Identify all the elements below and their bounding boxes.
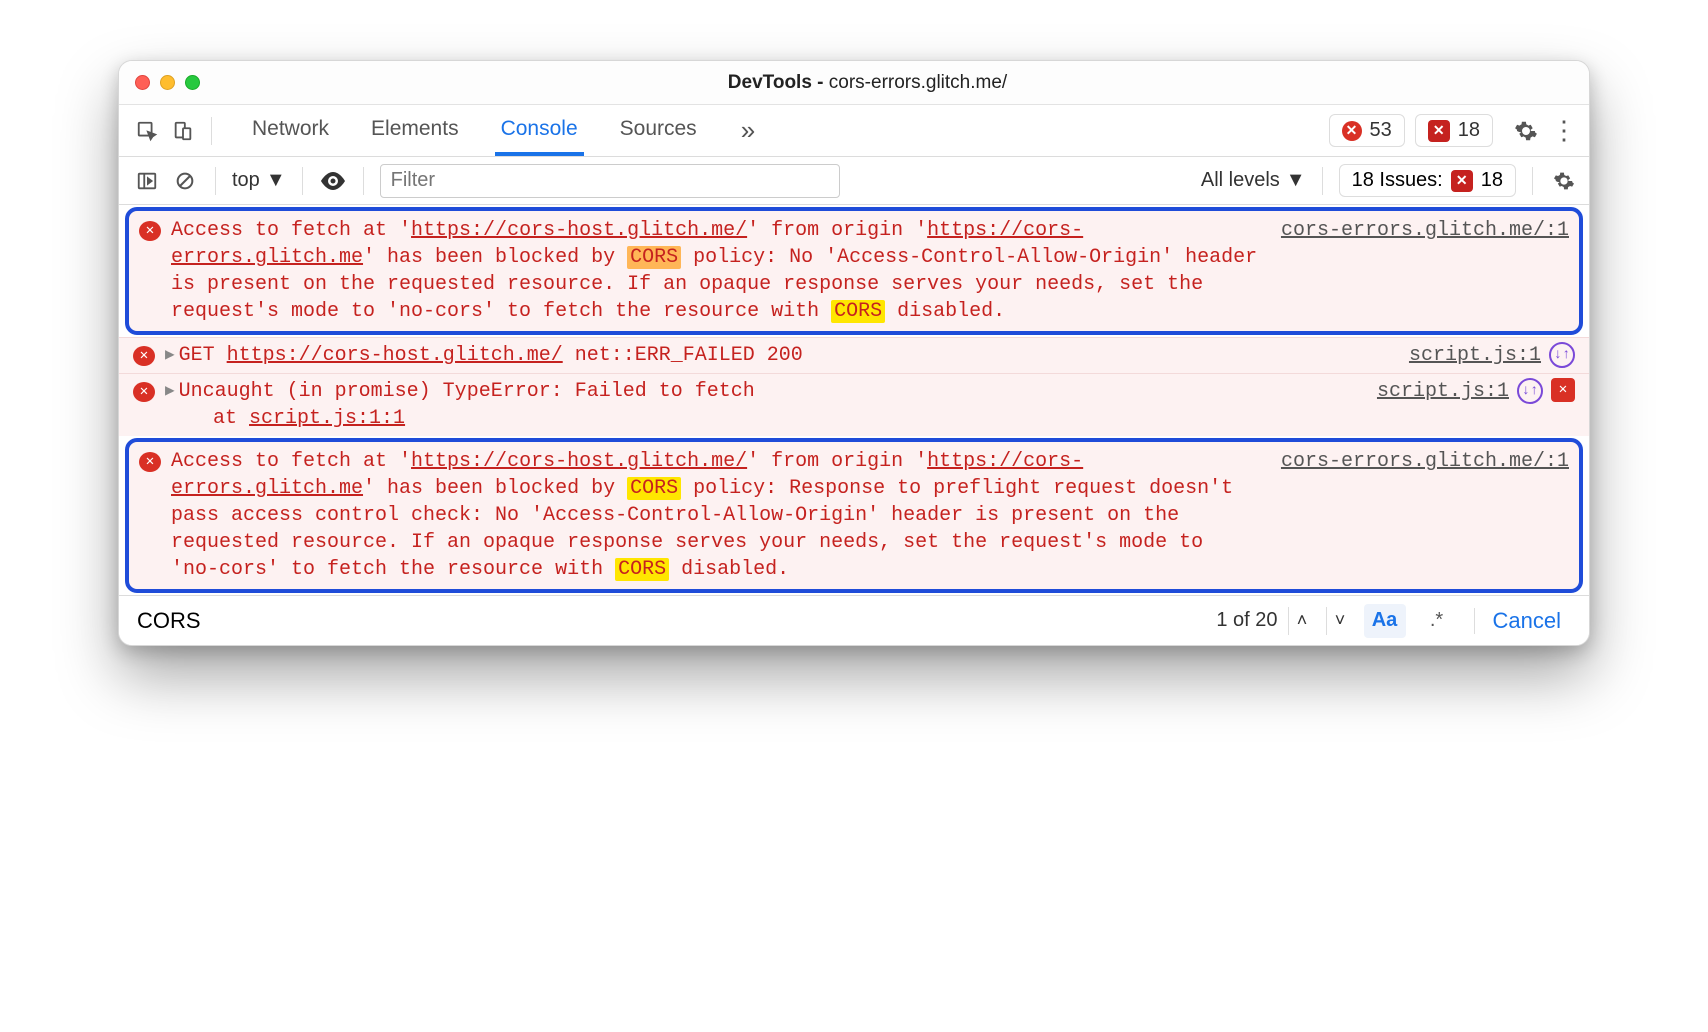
message-text: ▶Uncaught (in promise) TypeError: Failed… (165, 378, 1357, 432)
error-icon: ✕ (139, 452, 161, 472)
issue-count-badge[interactable]: ✕ 18 (1415, 114, 1493, 147)
context-selector[interactable]: top ▼ (232, 169, 286, 192)
console-row[interactable]: ✕ Access to fetch at 'https://cors-host.g… (125, 438, 1583, 593)
navigate-icon[interactable]: ↓↑ (1549, 342, 1575, 368)
context-label: top (232, 169, 260, 192)
search-match-count: 1 of 20 (1216, 609, 1277, 632)
search-cancel-button[interactable]: Cancel (1474, 608, 1579, 634)
message-text: Access to fetch at 'https://cors-host.gl… (171, 448, 1261, 583)
error-icon: ✕ (1342, 121, 1362, 141)
show-sidebar-icon[interactable] (133, 167, 161, 195)
source-link[interactable]: script.js:1 (1409, 342, 1541, 369)
console-row[interactable]: ✕ ▶Uncaught (in promise) TypeError: Faile… (119, 373, 1589, 436)
more-menu-icon[interactable]: ⋮ (1549, 115, 1579, 146)
error-badge-icon[interactable]: ✕ (1551, 378, 1575, 402)
regex-toggle[interactable]: .* (1416, 604, 1458, 638)
tab-network[interactable]: Network (246, 105, 335, 156)
search-highlight: CORS (627, 246, 681, 269)
console-toolbar: top ▼ All levels ▼ 18 Issues: ✕ 18 (119, 157, 1589, 205)
toolbar-divider (211, 117, 212, 145)
url-link[interactable]: https://cors-host.glitch.me/ (227, 344, 563, 367)
subbar-divider-3 (363, 167, 364, 195)
tab-elements[interactable]: Elements (365, 105, 465, 156)
error-icon: ✕ (133, 382, 155, 402)
tab-console[interactable]: Console (495, 105, 584, 156)
subbar-divider-2 (302, 167, 303, 195)
disclosure-triangle-icon[interactable]: ▶ (165, 381, 175, 403)
subbar-divider-4 (1322, 167, 1323, 195)
issues-count: 18 (1481, 169, 1503, 192)
url-link[interactable]: https://cors-host.glitch.me/ (411, 219, 747, 242)
issues-summary[interactable]: 18 Issues: ✕ 18 (1339, 164, 1516, 197)
url-link[interactable]: https://cors-host.glitch.me/ (411, 450, 747, 473)
levels-label: All levels (1201, 169, 1280, 192)
titlebar: DevTools - cors-errors.glitch.me/ (119, 61, 1589, 105)
tab-sources[interactable]: Sources (614, 105, 703, 156)
window-title-prefix: DevTools - (728, 72, 829, 93)
error-icon: ✕ (139, 221, 161, 241)
issue-icon: ✕ (1428, 120, 1450, 142)
window-controls (135, 75, 200, 90)
message-text: Access to fetch at 'https://cors-host.gl… (171, 217, 1261, 325)
issues-label: 18 Issues: (1352, 169, 1443, 192)
url-link[interactable]: script.js:1:1 (249, 407, 405, 430)
clear-console-icon[interactable] (171, 167, 199, 195)
match-case-toggle[interactable]: Aa (1364, 604, 1406, 638)
search-next-button[interactable]: ˅ (1326, 607, 1354, 635)
console-messages: ✕ Access to fetch at 'https://cors-host.g… (119, 207, 1589, 593)
main-toolbar: Network Elements Console Sources » ✕ 53 … (119, 105, 1589, 157)
more-tabs-icon[interactable]: » (733, 105, 763, 156)
issue-count: 18 (1458, 119, 1480, 142)
subbar-divider-5 (1532, 167, 1533, 195)
filter-input[interactable] (380, 164, 840, 198)
issue-icon: ✕ (1451, 170, 1473, 192)
device-toggle-icon[interactable] (169, 117, 197, 145)
search-input[interactable] (133, 604, 1206, 638)
chevron-down-icon: ▼ (1286, 169, 1306, 192)
error-icon: ✕ (133, 346, 155, 366)
search-bar: 1 of 20 ˄ ˅ Aa .* Cancel (119, 595, 1589, 645)
console-settings-icon[interactable] (1549, 170, 1579, 192)
search-prev-button[interactable]: ˄ (1288, 607, 1316, 635)
disclosure-triangle-icon[interactable]: ▶ (165, 345, 175, 367)
live-expression-icon[interactable] (319, 167, 347, 195)
devtools-window: DevTools - cors-errors.glitch.me/ Networ… (118, 60, 1590, 646)
search-highlight: CORS (627, 477, 681, 500)
navigate-icon[interactable]: ↓↑ (1517, 378, 1543, 404)
zoom-button[interactable] (185, 75, 200, 90)
error-count-badge[interactable]: ✕ 53 (1329, 114, 1405, 147)
source-link[interactable]: cors-errors.glitch.me/:1 (1281, 217, 1569, 244)
window-title-url: cors-errors.glitch.me/ (829, 72, 1007, 93)
console-row[interactable]: ✕ Access to fetch at 'https://cors-host.g… (125, 207, 1583, 335)
window-title: DevTools - cors-errors.glitch.me/ (214, 72, 1521, 94)
log-level-selector[interactable]: All levels ▼ (1201, 169, 1306, 192)
search-highlight: CORS (831, 300, 885, 323)
minimize-button[interactable] (160, 75, 175, 90)
console-row[interactable]: ✕ ▶GET https://cors-host.glitch.me/ net::… (119, 337, 1589, 373)
chevron-down-icon: ▼ (266, 169, 286, 192)
message-text: ▶GET https://cors-host.glitch.me/ net::E… (165, 342, 1389, 369)
close-button[interactable] (135, 75, 150, 90)
source-link[interactable]: script.js:1 (1377, 378, 1509, 405)
inspect-icon[interactable] (133, 117, 161, 145)
settings-icon[interactable] (1511, 119, 1541, 143)
error-count: 53 (1370, 119, 1392, 142)
source-link[interactable]: cors-errors.glitch.me/:1 (1281, 448, 1569, 475)
search-highlight: CORS (615, 558, 669, 581)
subbar-divider (215, 167, 216, 195)
panel-tabs: Network Elements Console Sources » (246, 105, 763, 156)
